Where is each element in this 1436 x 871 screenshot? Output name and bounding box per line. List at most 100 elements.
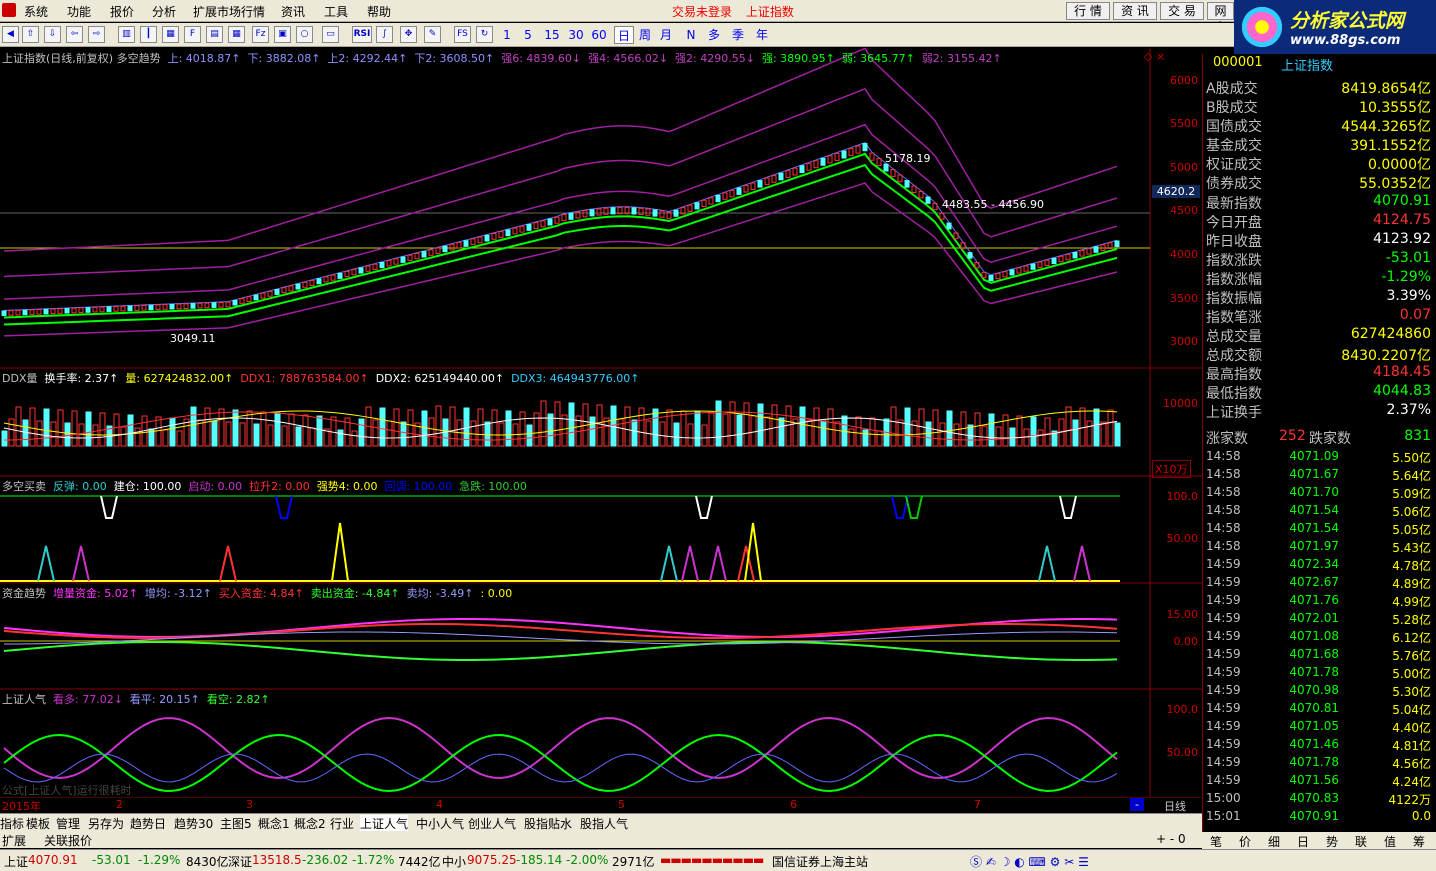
tab-extend[interactable]: 扩展 [2, 832, 26, 849]
menu-help[interactable]: 帮助 [367, 3, 391, 20]
tick-time: 14:58 [1206, 467, 1241, 481]
stat-row: 指数振幅 3.39% [1203, 288, 1435, 307]
candle-icon[interactable]: ┃ [140, 26, 157, 43]
right-icon[interactable]: ⇨ [88, 26, 105, 43]
right-tab-7[interactable]: 筹 [1413, 833, 1425, 850]
volume-bar [50, 421, 57, 447]
tab-9[interactable]: 行业 [330, 815, 354, 832]
period-1[interactable]: 1 [500, 26, 514, 44]
period-year[interactable]: 年 [754, 26, 770, 44]
menu-analysis[interactable]: 分析 [152, 3, 176, 20]
up-icon[interactable]: ⇧ [22, 26, 39, 43]
trade-button[interactable]: 交 易 [1160, 2, 1204, 20]
tab-2[interactable]: 管理 [56, 815, 80, 832]
volume-bar [386, 420, 393, 447]
tab-related-quote[interactable]: 关联报价 [44, 832, 92, 849]
tab-7[interactable]: 概念1 [258, 815, 290, 832]
candle [162, 304, 168, 310]
tab-12[interactable]: 创业人气 [468, 815, 516, 832]
tab-5[interactable]: 趋势30 [174, 815, 213, 832]
tab-8[interactable]: 概念2 [294, 815, 326, 832]
menu-news[interactable]: 资讯 [281, 3, 305, 20]
tab-6[interactable]: 主图5 [220, 815, 252, 832]
zx-change: -185.14 [516, 853, 563, 867]
menu-ext-market[interactable]: 扩展市场行情 [193, 3, 265, 20]
chart-area[interactable]: 上证指数(日线,前复权) 多空趋势 上: 4018.87↑ 下: 3882.08↑ 上… [0, 48, 1202, 798]
tab-10[interactable]: 上证人气 [360, 815, 409, 832]
current-index: 上证指数 [745, 5, 794, 19]
period-multi[interactable]: 多 [706, 26, 722, 44]
menu-quote[interactable]: 报价 [110, 3, 134, 20]
table-icon[interactable]: ▦ [228, 26, 245, 43]
tick-price: 4072.01 [1289, 611, 1339, 625]
tick-time: 14:58 [1206, 485, 1241, 499]
tick-price: 4071.05 [1289, 719, 1339, 733]
tab-0[interactable]: 指标 [0, 815, 24, 832]
candle [771, 175, 777, 183]
right-tab-5[interactable]: 联 [1355, 833, 1367, 850]
period-30[interactable]: 30 [566, 26, 586, 44]
tab-3[interactable]: 另存为 [88, 815, 124, 832]
f10-icon[interactable]: F [184, 26, 201, 43]
broker-name: 国信证券上海主站 [772, 855, 869, 869]
tick-time: 14:59 [1206, 629, 1241, 643]
online-button[interactable]: 网 上 [1207, 2, 1234, 34]
volume-bar [393, 408, 400, 447]
candle [750, 182, 756, 191]
move-icon[interactable]: ✥ [400, 26, 417, 43]
right-tab-1[interactable]: 价 [1239, 833, 1251, 850]
left-icon[interactable]: ⇦ [66, 26, 83, 43]
right-tab-0[interactable]: 笔 [1210, 833, 1222, 850]
draw-icon[interactable]: ∫ [376, 26, 393, 43]
circle-icon[interactable]: ○ [296, 26, 313, 43]
period-month[interactable]: 月 [658, 26, 674, 44]
period-15[interactable]: 15 [542, 26, 562, 44]
grid-icon[interactable]: ▦ [162, 26, 179, 43]
doc-icon[interactable]: ▣ [274, 26, 291, 43]
period-season[interactable]: 季 [730, 26, 746, 44]
menu-tools[interactable]: 工具 [324, 3, 348, 20]
candle [106, 306, 112, 312]
stat-value: 10.3555亿 [1359, 100, 1431, 116]
fs-icon[interactable]: FS [454, 26, 471, 43]
period-n[interactable]: N [684, 26, 698, 44]
menu-function[interactable]: 功能 [67, 3, 91, 20]
right-tab-2[interactable]: 细 [1268, 833, 1280, 850]
candle [470, 238, 476, 246]
panel1-legend-item: 上: 4018.87↑ [167, 52, 241, 65]
chart-small-icon[interactable]: ▭ [322, 26, 339, 43]
zoom-controls[interactable]: + - 0 [1156, 832, 1186, 846]
chart-canvas[interactable] [0, 48, 1202, 798]
period-day[interactable]: 日 [614, 26, 634, 44]
back-icon[interactable]: ◀ [2, 26, 19, 43]
calc-icon[interactable]: ▤ [206, 26, 223, 43]
panel-close-icon[interactable]: ◇ × [1144, 50, 1165, 63]
volume-bar [155, 416, 162, 447]
menu-system[interactable]: 系统 [24, 3, 48, 20]
brand-banner[interactable]: 分析家公式网 www.88gs.com [1234, 0, 1436, 54]
period-week[interactable]: 周 [636, 26, 654, 44]
right-tab-4[interactable]: 势 [1326, 833, 1338, 850]
quote-button[interactable]: 行 情 [1066, 2, 1110, 20]
down-icon[interactable]: ⇩ [44, 26, 61, 43]
fz-icon[interactable]: Fz [252, 26, 269, 43]
candle [1, 310, 7, 317]
tab-13[interactable]: 股指贴水 [524, 815, 572, 832]
rsi-icon[interactable]: RSI [352, 26, 372, 43]
tab-4[interactable]: 趋势日 [130, 815, 166, 832]
price-marker: 4620.2 [1152, 185, 1200, 198]
pencil-icon[interactable]: ✎ [424, 26, 441, 43]
right-tab-6[interactable]: 值 [1384, 833, 1396, 850]
refresh-icon[interactable]: ↻ [476, 26, 493, 43]
bar-chart-icon[interactable]: ▥ [118, 26, 135, 43]
panel1-title: 上证指数(日线,前复权) 多空趋势 [2, 52, 161, 65]
right-tab-3[interactable]: 日 [1297, 833, 1309, 850]
tab-1[interactable]: 模板 [26, 815, 50, 832]
tray-icons[interactable]: Ⓢ ✍ ☽ ◐ ⌨ ⚙ ✂ ☰ [970, 853, 1089, 870]
tab-11[interactable]: 中小人气 [416, 815, 464, 832]
period-5[interactable]: 5 [520, 26, 536, 44]
tab-14[interactable]: 股指人气 [580, 815, 628, 832]
scroll-end-button[interactable]: - [1130, 798, 1144, 811]
period-60[interactable]: 60 [589, 26, 609, 44]
news-button[interactable]: 资 讯 [1113, 2, 1157, 20]
